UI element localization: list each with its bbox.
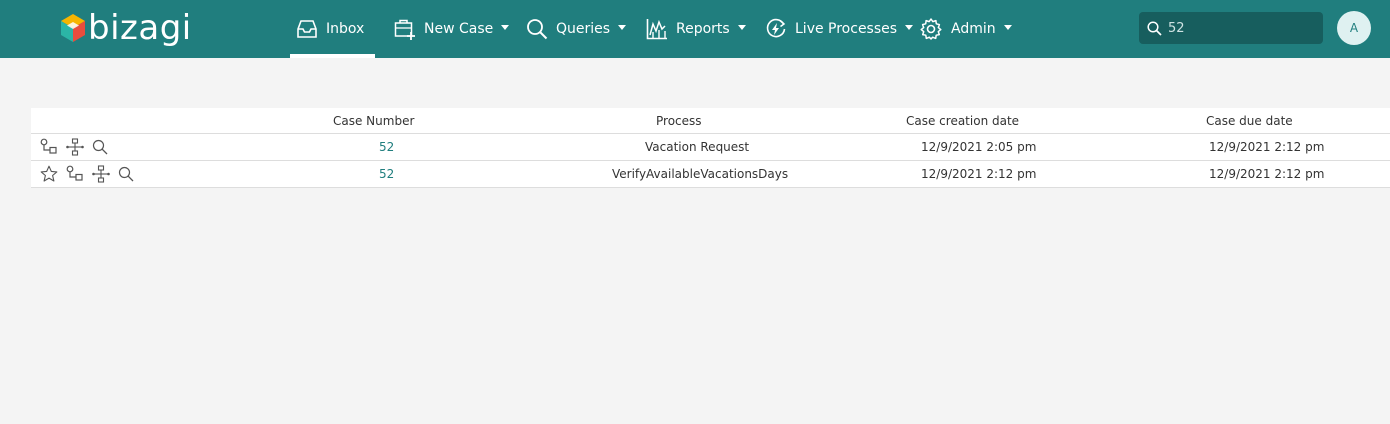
nav-new-case[interactable]: New Case bbox=[394, 0, 510, 58]
search-icon[interactable] bbox=[92, 139, 108, 155]
process-name: VerifyAvailableVacationsDays bbox=[612, 167, 789, 181]
brand-name: bizagi bbox=[88, 8, 192, 48]
live-processes-bolt-icon bbox=[766, 18, 786, 38]
admin-gear-icon bbox=[920, 18, 942, 40]
nav-active-indicator bbox=[290, 54, 375, 58]
row-actions bbox=[40, 161, 142, 187]
column-header-creation-date[interactable]: Case creation date bbox=[906, 108, 1019, 133]
bizagi-cube-icon bbox=[61, 14, 85, 42]
nav-admin-label: Admin bbox=[951, 21, 996, 37]
nav-inbox-label: Inbox bbox=[326, 21, 365, 37]
search-icon[interactable] bbox=[118, 166, 134, 182]
grid-header-row: Case Number Process Case creation date C… bbox=[31, 108, 1390, 134]
chevron-down-icon bbox=[1003, 25, 1012, 30]
star-icon[interactable] bbox=[40, 165, 58, 183]
process-name: Vacation Request bbox=[645, 140, 750, 154]
chevron-down-icon bbox=[501, 25, 510, 30]
nav-live-processes-label: Live Processes bbox=[795, 21, 898, 37]
column-header-case-number[interactable]: Case Number bbox=[333, 108, 414, 133]
route-icon[interactable] bbox=[66, 165, 84, 183]
nav-new-case-label: New Case bbox=[424, 21, 494, 37]
nav-reports[interactable]: Reports bbox=[646, 0, 746, 58]
search-box[interactable] bbox=[1139, 12, 1323, 44]
chevron-down-icon bbox=[905, 25, 914, 30]
case-number-link[interactable]: 52 bbox=[379, 161, 394, 187]
route-icon[interactable] bbox=[40, 138, 58, 156]
nav-admin[interactable]: Admin bbox=[919, 0, 1012, 58]
column-header-process[interactable]: Process bbox=[656, 108, 702, 133]
top-navigation-bar: bizagi Inbox New Case Queries Reports Li… bbox=[0, 0, 1390, 58]
workflow-icon[interactable] bbox=[92, 165, 110, 183]
creation-date: 12/9/2021 2:05 pm bbox=[921, 140, 1037, 154]
creation-date: 12/9/2021 2:12 pm bbox=[921, 167, 1037, 181]
due-date: 12/9/2021 2:12 pm bbox=[1209, 167, 1325, 181]
reports-chart-icon bbox=[646, 19, 667, 40]
table-row[interactable]: 52 VerifyAvailableVacationsDays 12/9/202… bbox=[31, 161, 1390, 188]
chevron-down-icon bbox=[618, 25, 627, 30]
new-case-briefcase-icon bbox=[394, 19, 415, 40]
search-icon bbox=[1147, 20, 1162, 36]
nav-queries[interactable]: Queries bbox=[526, 0, 627, 58]
cases-grid: Case Number Process Case creation date C… bbox=[31, 108, 1390, 188]
workflow-icon[interactable] bbox=[66, 138, 84, 156]
user-avatar[interactable]: A bbox=[1337, 11, 1371, 45]
due-date: 12/9/2021 2:12 pm bbox=[1209, 140, 1325, 154]
nav-inbox[interactable]: Inbox bbox=[296, 0, 364, 58]
nav-queries-label: Queries bbox=[556, 21, 611, 37]
row-actions bbox=[40, 134, 116, 160]
chevron-down-icon bbox=[737, 25, 746, 30]
queries-search-icon bbox=[527, 19, 548, 40]
column-header-due-date[interactable]: Case due date bbox=[1206, 108, 1293, 133]
bizagi-logo[interactable]: bizagi bbox=[60, 9, 192, 47]
nav-reports-label: Reports bbox=[676, 21, 730, 37]
search-input[interactable] bbox=[1168, 20, 1318, 36]
inbox-tray-icon bbox=[297, 20, 317, 38]
nav-live-processes[interactable]: Live Processes bbox=[765, 0, 914, 58]
table-row[interactable]: 52 Vacation Request 12/9/2021 2:05 pm 12… bbox=[31, 134, 1390, 161]
case-number-link[interactable]: 52 bbox=[379, 134, 394, 160]
